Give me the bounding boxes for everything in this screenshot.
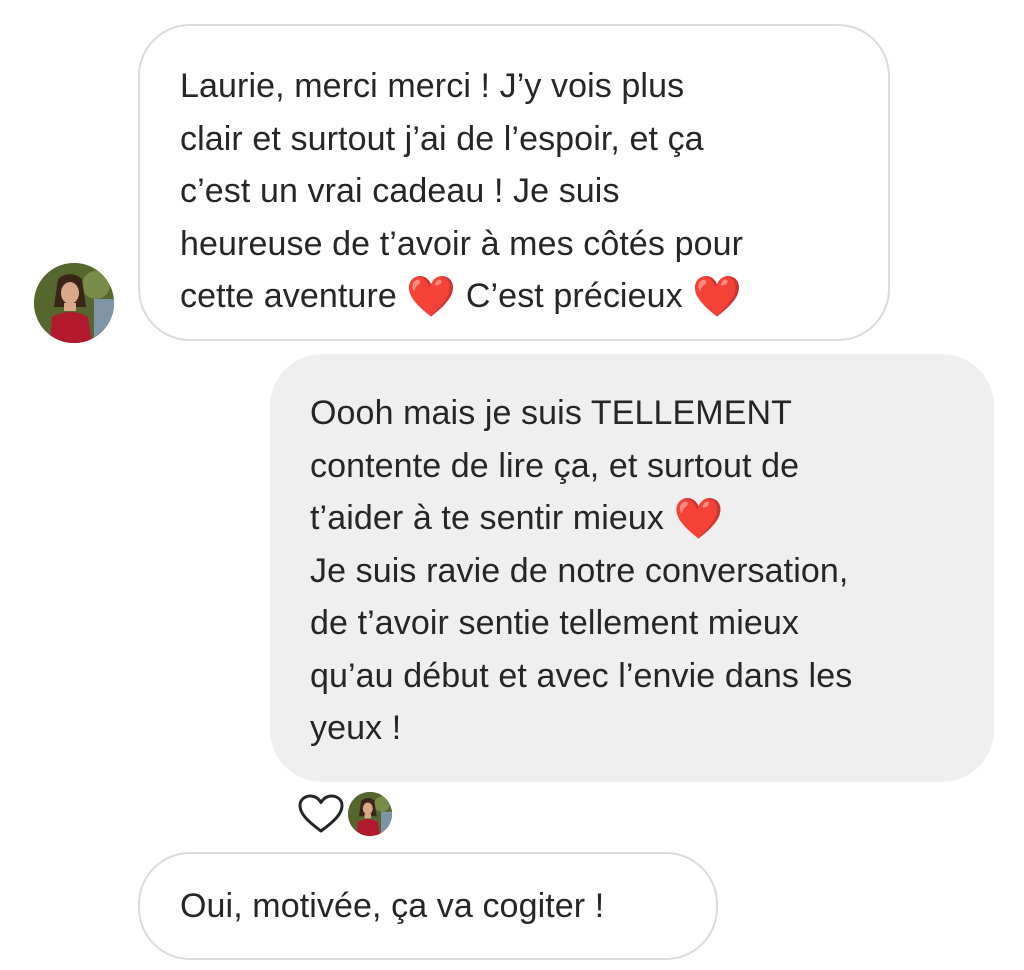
avatar-photo-icon [34, 263, 114, 343]
message-text: C’est précieux [456, 277, 693, 315]
message-bubble-sent[interactable]: Oooh mais je suis TELLEMENT contente de … [270, 354, 994, 782]
contact-avatar[interactable] [34, 263, 114, 343]
red-heart-emoji: ❤️ [692, 275, 743, 319]
chat-thread: Laurie, merci merci ! J’y vois plus clai… [0, 0, 1024, 970]
message-text: Oui, motivée, ça va cogiter ! [180, 887, 605, 925]
red-heart-emoji: ❤️ [673, 497, 724, 541]
avatar-photo-icon [348, 792, 392, 836]
message-text: Oooh mais je suis TELLEMENT contente de … [310, 394, 800, 537]
message-text: Je suis ravie de notre conversation, de … [310, 551, 853, 748]
heart-outline-icon[interactable] [298, 794, 344, 834]
message-bubble-received[interactable]: Laurie, merci merci ! J’y vois plus clai… [138, 24, 890, 341]
red-heart-emoji: ❤️ [406, 275, 457, 319]
message-bubble-received[interactable]: Oui, motivée, ça va cogiter ! [138, 852, 718, 960]
reaction-avatar[interactable] [348, 792, 392, 836]
